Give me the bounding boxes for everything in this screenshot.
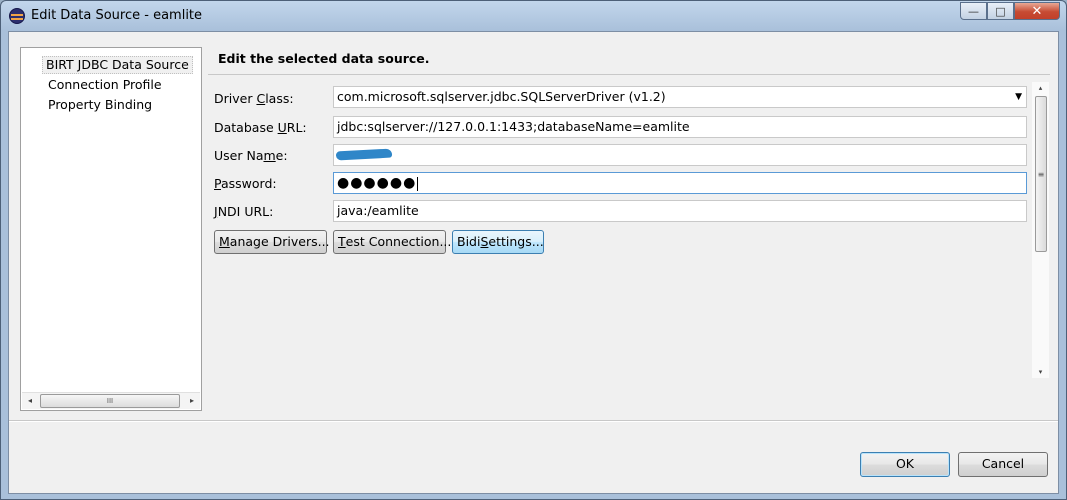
page-header: Edit the selected data source. bbox=[208, 47, 1050, 75]
tree-item-connection-profile[interactable]: Connection Profile bbox=[45, 76, 165, 94]
database-url-field[interactable]: jdbc:sqlserver://127.0.0.1:1433;database… bbox=[333, 116, 1027, 138]
scroll-thumb[interactable]: III bbox=[40, 394, 180, 408]
text-caret bbox=[417, 176, 419, 191]
driver-class-label: Driver Class: bbox=[214, 91, 294, 106]
eclipse-icon bbox=[9, 8, 25, 24]
window-controls: — □ ✕ bbox=[960, 2, 1060, 20]
driver-class-combo[interactable]: com.microsoft.sqlserver.jdbc.SQLServerDr… bbox=[333, 86, 1027, 108]
jndi-url-field[interactable]: java:/eamlite bbox=[333, 200, 1027, 222]
page-title: Edit the selected data source. bbox=[218, 51, 430, 66]
driver-class-value: com.microsoft.sqlserver.jdbc.SQLServerDr… bbox=[337, 89, 666, 104]
password-label: Password: bbox=[214, 176, 277, 191]
chevron-down-icon[interactable]: ▼ bbox=[1015, 87, 1022, 107]
maximize-button[interactable]: □ bbox=[987, 2, 1014, 20]
user-name-label: User Name: bbox=[214, 148, 288, 163]
tree-item-property-binding[interactable]: Property Binding bbox=[45, 96, 155, 114]
dialog-window: Edit Data Source - eamlite — □ ✕ BIRT JD… bbox=[0, 0, 1067, 500]
jndi-url-label: JNDI URL: bbox=[214, 204, 274, 219]
close-button[interactable]: ✕ bbox=[1014, 2, 1060, 20]
user-name-field[interactable] bbox=[333, 144, 1027, 166]
test-connection-button[interactable]: Test Connection... bbox=[333, 230, 451, 254]
footer-separator bbox=[9, 420, 1058, 422]
database-url-label: Database URL: bbox=[214, 120, 307, 135]
dialog-client-area: BIRT JDBC Data Source Connection Profile… bbox=[8, 31, 1059, 494]
window-title: Edit Data Source - eamlite bbox=[31, 8, 203, 23]
scroll-left-icon[interactable]: ◂ bbox=[22, 394, 38, 408]
tree-item-birt-jdbc-data-source[interactable]: BIRT JDBC Data Source bbox=[42, 56, 193, 74]
cancel-button[interactable]: Cancel bbox=[958, 452, 1048, 477]
redaction-scribble bbox=[335, 148, 393, 161]
title-bar[interactable]: Edit Data Source - eamlite — □ ✕ bbox=[1, 1, 1066, 31]
ok-button[interactable]: OK bbox=[860, 452, 950, 477]
tree-horizontal-scrollbar[interactable]: ◂ III ▸ bbox=[22, 392, 200, 409]
manage-drivers-button[interactable]: Manage Drivers... bbox=[214, 230, 330, 254]
minimize-button[interactable]: — bbox=[960, 2, 987, 20]
scroll-thumb-vertical[interactable]: ≡ bbox=[1035, 96, 1047, 252]
page-tree: BIRT JDBC Data Source Connection Profile… bbox=[20, 47, 202, 411]
scroll-up-icon[interactable]: ▴ bbox=[1032, 82, 1049, 94]
password-field[interactable]: ●●●●●● bbox=[333, 172, 1027, 194]
scroll-down-icon[interactable]: ▾ bbox=[1032, 366, 1049, 378]
page-vertical-scrollbar[interactable]: ▴ ≡ ▾ bbox=[1032, 82, 1049, 378]
scroll-right-icon[interactable]: ▸ bbox=[184, 394, 200, 408]
bidi-settings-button[interactable]: Bidi Settings... bbox=[452, 230, 544, 254]
